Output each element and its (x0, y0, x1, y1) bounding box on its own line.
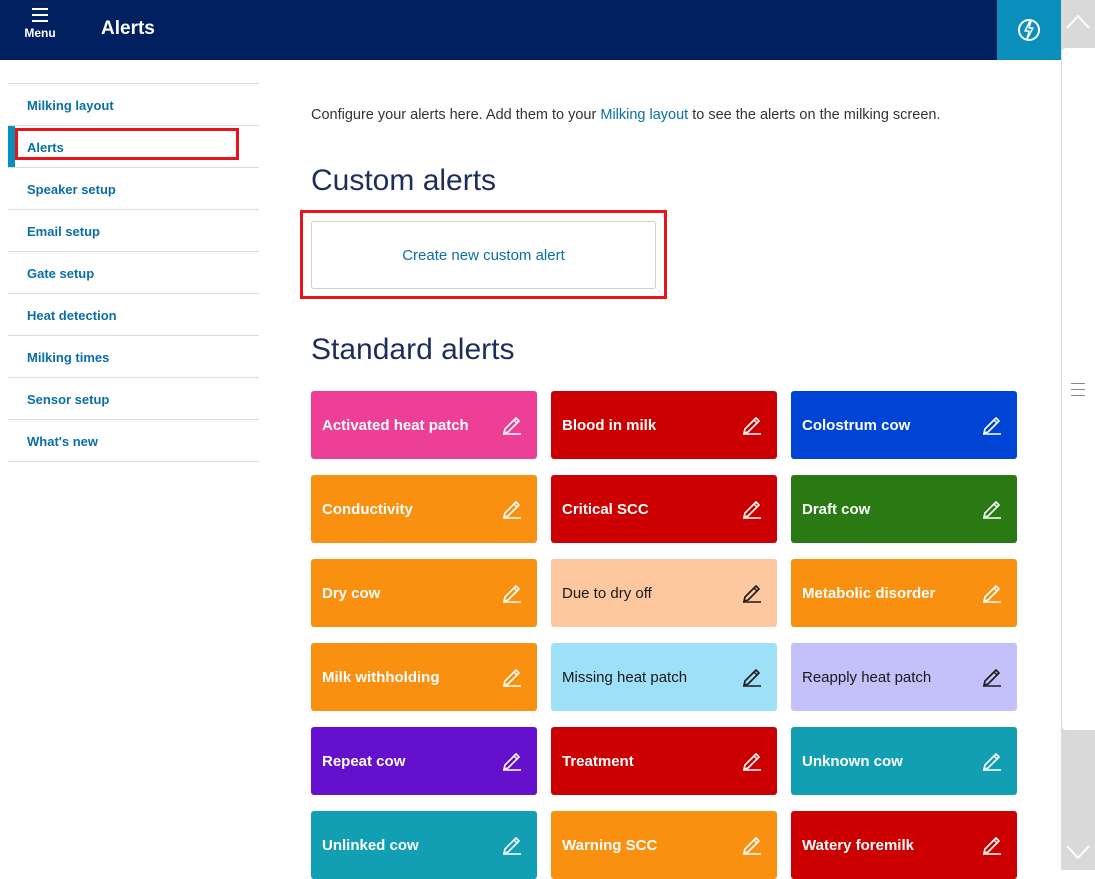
alert-card-label: Conductivity (322, 501, 413, 518)
sidebar-item-whats-new[interactable]: What's new (8, 419, 259, 462)
highlight-box-alerts (15, 128, 239, 160)
power-off-icon (1018, 19, 1040, 41)
page-title: Alerts (101, 18, 155, 39)
alert-card[interactable]: Missing heat patch (551, 643, 777, 711)
intro-text-start: Configure your alerts here. Add them to … (311, 107, 601, 123)
sidebar-item-milking-layout[interactable]: Milking layout (8, 83, 259, 125)
sidebar-item-sensor-setup[interactable]: Sensor setup (8, 377, 259, 419)
alert-card[interactable]: Critical SCC (551, 475, 777, 543)
custom-alerts-heading: Custom alerts (311, 164, 497, 197)
intro-text: Configure your alerts here. Add them to … (311, 107, 940, 123)
edit-pencil-icon[interactable] (981, 413, 1003, 435)
edit-pencil-icon[interactable] (741, 497, 763, 519)
alert-card-label: Missing heat patch (562, 669, 688, 686)
sidebar-item-email-setup[interactable]: Email setup (8, 209, 259, 251)
edit-pencil-icon[interactable] (741, 413, 763, 435)
alert-card-label: Unknown cow (802, 753, 903, 770)
chevron-up-icon (1066, 14, 1090, 29)
alert-card[interactable]: Unknown cow (791, 727, 1017, 795)
sidebar-item-speaker-setup[interactable]: Speaker setup (8, 167, 259, 209)
edit-pencil-icon[interactable] (501, 581, 523, 603)
intro-text-end: to see the alerts on the milking screen. (688, 107, 941, 123)
chevron-down-icon (1066, 845, 1090, 860)
drag-handle-icon[interactable] (1071, 383, 1085, 401)
sidebar-item-label: Heat detection (27, 308, 117, 323)
scroll-rail (1061, 0, 1095, 870)
menu-label: Menu (24, 26, 56, 40)
alert-card[interactable]: Draft cow (791, 475, 1017, 543)
sidebar-item-label: Email setup (27, 224, 100, 239)
sidebar-item-label: Gate setup (27, 266, 95, 281)
edit-pencil-icon[interactable] (501, 665, 523, 687)
alert-card-label: Repeat cow (322, 753, 406, 770)
edit-pencil-icon[interactable] (741, 749, 763, 771)
alert-card-label: Warning SCC (562, 837, 658, 854)
alert-card-label: Treatment (562, 753, 634, 770)
top-bar: Menu Alerts (0, 0, 1061, 60)
alert-card-label: Due to dry off (562, 585, 652, 602)
sidebar-item-heat-detection[interactable]: Heat detection (8, 293, 259, 335)
edit-pencil-icon[interactable] (981, 665, 1003, 687)
alert-card-label: Dry cow (322, 585, 381, 602)
sidebar-item-label: What's new (27, 434, 98, 449)
alert-card-label: Colostrum cow (802, 417, 911, 434)
alert-card[interactable]: Activated heat patch (311, 391, 537, 459)
power-button[interactable] (997, 0, 1061, 60)
sidebar-item-label: Milking times (27, 350, 110, 365)
sidebar-item-milking-times[interactable]: Milking times (8, 335, 259, 377)
alert-card[interactable]: Dry cow (311, 559, 537, 627)
edit-pencil-icon[interactable] (741, 581, 763, 603)
alert-card[interactable]: Colostrum cow (791, 391, 1017, 459)
scroll-down-button[interactable] (1061, 834, 1095, 870)
alert-card-label: Milk withholding (322, 669, 440, 686)
edit-pencil-icon[interactable] (501, 413, 523, 435)
standard-alerts-grid: Activated heat patch Blood in milk Colostr… (311, 391, 1017, 879)
alert-card[interactable]: Conductivity (311, 475, 537, 543)
alert-card[interactable]: Due to dry off (551, 559, 777, 627)
alert-card-label: Watery foremilk (802, 837, 914, 854)
alert-card-label: Activated heat patch (322, 417, 469, 434)
highlight-box-create (300, 210, 667, 299)
hamburger-icon (32, 8, 48, 22)
edit-pencil-icon[interactable] (501, 749, 523, 771)
alert-card[interactable]: Unlinked cow (311, 811, 537, 879)
alert-card-label: Metabolic disorder (802, 585, 936, 602)
alert-card[interactable]: Watery foremilk (791, 811, 1017, 879)
edit-pencil-icon[interactable] (981, 833, 1003, 855)
alert-card-label: Blood in milk (562, 417, 657, 434)
standard-alerts-heading: Standard alerts (311, 333, 515, 366)
edit-pencil-icon[interactable] (981, 497, 1003, 519)
active-indicator (8, 126, 15, 168)
alert-card[interactable]: Repeat cow (311, 727, 537, 795)
alert-card-label: Critical SCC (562, 501, 649, 518)
edit-pencil-icon[interactable] (741, 665, 763, 687)
sidebar-item-label: Milking layout (27, 98, 114, 113)
menu-button[interactable]: Menu (18, 6, 62, 54)
sidebar-item-label: Sensor setup (27, 392, 110, 407)
scroll-up-button[interactable] (1061, 0, 1095, 44)
milking-layout-link[interactable]: Milking layout (600, 107, 688, 123)
alert-card[interactable]: Treatment (551, 727, 777, 795)
edit-pencil-icon[interactable] (501, 497, 523, 519)
alert-card[interactable]: Reapply heat patch (791, 643, 1017, 711)
alert-card[interactable]: Milk withholding (311, 643, 537, 711)
edit-pencil-icon[interactable] (981, 749, 1003, 771)
alert-card-label: Reapply heat patch (802, 669, 932, 686)
sidebar-item-gate-setup[interactable]: Gate setup (8, 251, 259, 293)
alert-card-label: Draft cow (802, 501, 871, 518)
alert-card[interactable]: Warning SCC (551, 811, 777, 879)
edit-pencil-icon[interactable] (741, 833, 763, 855)
edit-pencil-icon[interactable] (501, 833, 523, 855)
alert-card-label: Unlinked cow (322, 837, 419, 854)
alert-card[interactable]: Metabolic disorder (791, 559, 1017, 627)
sidebar-item-label: Speaker setup (27, 182, 116, 197)
alert-card[interactable]: Blood in milk (551, 391, 777, 459)
edit-pencil-icon[interactable] (981, 581, 1003, 603)
